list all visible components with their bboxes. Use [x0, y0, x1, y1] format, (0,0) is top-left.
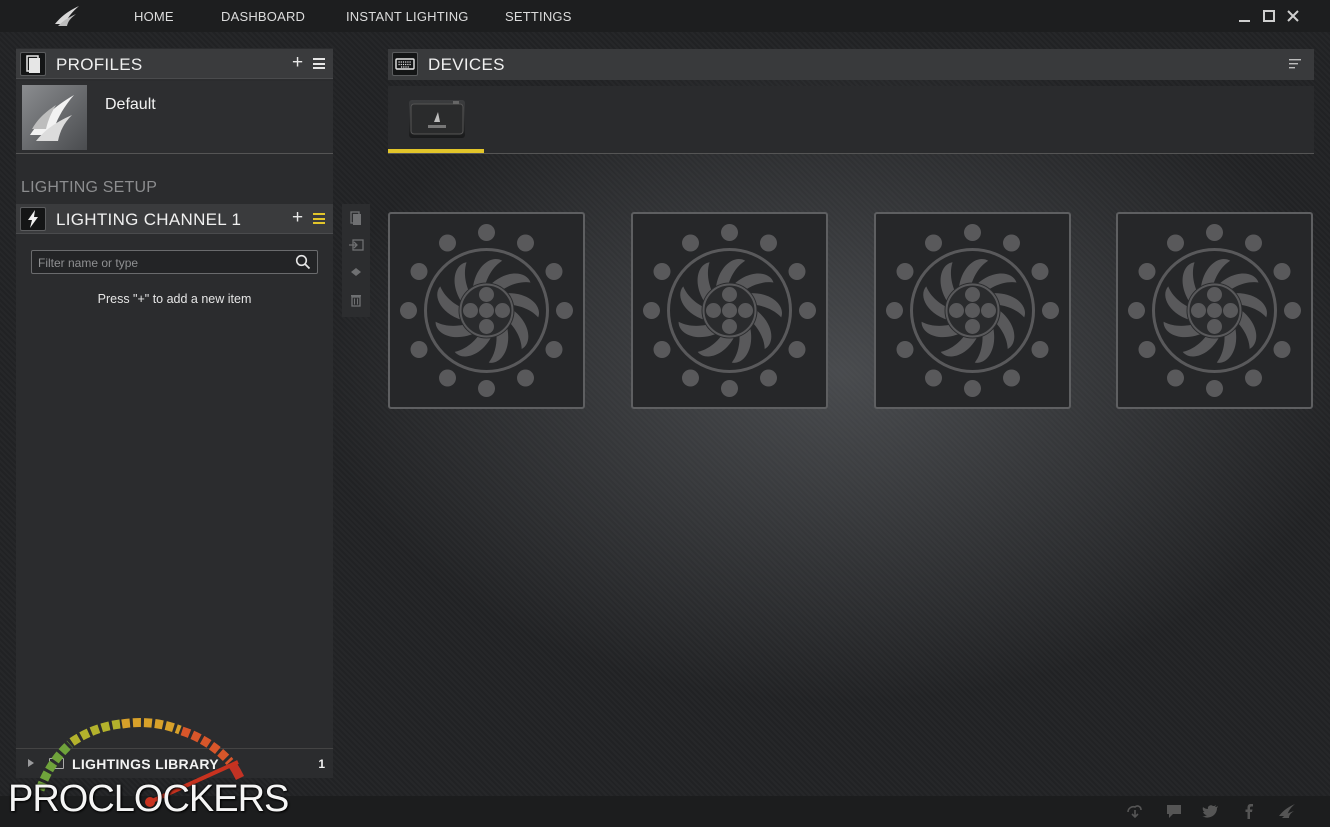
chat-icon[interactable]	[1165, 803, 1183, 819]
fan-icon	[1128, 224, 1301, 397]
lighting-node-icon	[410, 101, 464, 135]
library-count: 1	[318, 757, 325, 771]
left-panel	[16, 48, 333, 778]
nav-home[interactable]: HOME	[134, 9, 174, 24]
profile-name: Default	[105, 96, 156, 113]
corsair-logo-icon[interactable]	[52, 4, 82, 28]
profiles-icon	[20, 52, 46, 76]
profiles-menu-icon[interactable]	[313, 58, 325, 69]
lighting-channel-header: LIGHTING CHANNEL 1 +	[16, 204, 333, 234]
fan-tile-4[interactable]	[1116, 212, 1313, 409]
trash-icon[interactable]	[348, 292, 364, 308]
devices-menu-icon[interactable]	[1288, 58, 1302, 70]
lighting-node-device[interactable]	[409, 100, 465, 138]
device-list	[388, 86, 1314, 154]
nav-settings[interactable]: SETTINGS	[505, 9, 572, 24]
profile-thumbnail	[22, 85, 87, 150]
maximize-icon[interactable]	[1261, 8, 1277, 24]
tool-strip	[342, 204, 370, 317]
keyboard-icon	[392, 52, 418, 76]
corsair-sails-icon	[22, 85, 87, 150]
add-profile-button[interactable]: +	[292, 53, 303, 73]
profile-item-default[interactable]: Default	[16, 81, 333, 154]
fan-icon	[643, 224, 816, 397]
empty-hint: Press "+" to add a new item	[97, 292, 252, 306]
add-lighting-button[interactable]: +	[292, 208, 303, 228]
fan-icon	[400, 224, 573, 397]
facebook-icon[interactable]	[1240, 803, 1258, 819]
filter-input[interactable]: Filter name or type	[31, 250, 318, 274]
nav-instant-lighting[interactable]: INSTANT LIGHTING	[346, 9, 469, 24]
lighting-setup-label: LIGHTING SETUP	[21, 179, 158, 196]
watermark-text: PROCLOCKERS	[8, 778, 289, 820]
lightning-icon	[20, 207, 46, 231]
lighting-menu-icon[interactable]	[313, 213, 325, 224]
copy-icon[interactable]	[348, 210, 364, 226]
minimize-icon[interactable]	[1237, 8, 1253, 24]
profiles-header: PROFILES +	[16, 49, 333, 79]
fan-tile-1[interactable]	[388, 212, 585, 409]
close-icon[interactable]	[1285, 8, 1301, 24]
top-bar: HOME DASHBOARD INSTANT LIGHTING SETTINGS	[0, 0, 1330, 32]
fan-tile-3[interactable]	[874, 212, 1071, 409]
nav-dashboard[interactable]: DASHBOARD	[221, 9, 305, 24]
fan-tile-2[interactable]	[631, 212, 828, 409]
search-icon[interactable]	[295, 254, 311, 270]
proclockers-watermark: PROCLOCKERS	[0, 718, 290, 827]
filter-placeholder: Filter name or type	[38, 256, 139, 270]
twitter-icon[interactable]	[1202, 803, 1220, 819]
profiles-title: PROFILES	[56, 55, 143, 74]
devices-header: DEVICES	[388, 49, 1314, 80]
move-icon[interactable]	[348, 264, 364, 280]
download-icon[interactable]	[1126, 803, 1144, 819]
selected-device-indicator	[388, 149, 484, 153]
paste-icon[interactable]	[348, 237, 364, 253]
fan-icon	[886, 224, 1059, 397]
devices-title: DEVICES	[428, 55, 505, 74]
corsair-icon[interactable]	[1278, 803, 1296, 819]
lighting-channel-title: LIGHTING CHANNEL 1	[56, 210, 242, 229]
